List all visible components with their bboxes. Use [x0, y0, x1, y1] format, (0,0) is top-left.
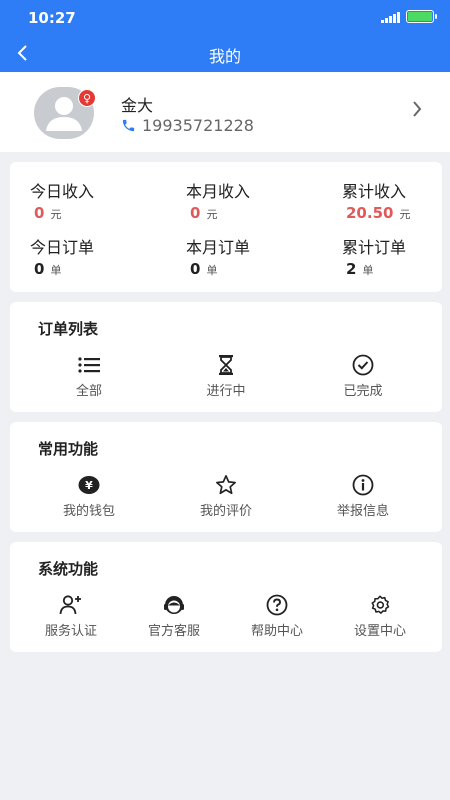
battery-icon	[406, 10, 437, 23]
report-info-button[interactable]: 举报信息	[313, 474, 413, 519]
stat-today-income: 今日收入 0元	[30, 178, 150, 222]
status-time: 10:27	[28, 9, 76, 27]
stat-label: 本月收入	[186, 182, 251, 201]
grid-label: 我的钱包	[62, 504, 115, 519]
chevron-right-icon[interactable]	[412, 100, 422, 118]
my-reviews-button[interactable]: 我的评价	[176, 474, 276, 519]
check-circle-icon	[352, 354, 374, 376]
stat-label: 今日订单	[30, 238, 95, 257]
stat-label: 今日收入	[30, 182, 95, 201]
stat-value: 0	[34, 204, 45, 222]
stat-unit: 元	[399, 208, 411, 221]
stat-total-orders: 累计订单 2单	[342, 234, 450, 278]
wallet-button[interactable]: ¥ 我的钱包	[39, 474, 139, 519]
profile-card[interactable]: ♀ 金大 19935721228	[0, 72, 450, 152]
order-completed-button[interactable]: 已完成	[313, 354, 413, 399]
stat-label: 累计收入	[342, 182, 407, 201]
stat-month-orders: 本月订单 0单	[186, 234, 306, 278]
stat-unit: 单	[50, 264, 62, 277]
stat-unit: 单	[206, 264, 218, 277]
phone-number: 19935721228	[142, 116, 254, 135]
section-title: 订单列表	[38, 320, 99, 338]
stat-value: 2	[346, 260, 357, 278]
stat-unit: 元	[50, 208, 62, 221]
stat-value: 20.50	[346, 204, 394, 222]
page-title: 我的	[208, 47, 241, 66]
stat-value: 0	[190, 260, 201, 278]
stat-label: 累计订单	[342, 238, 407, 257]
signal-icon	[381, 11, 400, 23]
grid-label: 我的评价	[199, 504, 252, 519]
gender-female-badge: ♀	[78, 89, 96, 107]
settings-center-button[interactable]: 设置中心	[330, 594, 430, 639]
orders-card: 订单列表 全部 进行中 已完成	[10, 302, 442, 412]
section-title: 系统功能	[38, 560, 99, 578]
user-add-icon	[59, 595, 81, 615]
order-all-button[interactable]: 全部	[39, 354, 139, 399]
avatar[interactable]: ♀	[34, 87, 96, 139]
help-center-button[interactable]: 帮助中心	[227, 594, 327, 639]
customer-service-icon	[164, 596, 184, 614]
list-icon	[78, 357, 100, 373]
grid-label: 帮助中心	[250, 624, 303, 639]
common-functions-card: 常用功能 ¥ 我的钱包 我的评价 举报信息	[10, 422, 442, 532]
grid-label: 官方客服	[147, 624, 200, 639]
grid-label: 服务认证	[44, 624, 97, 639]
profile-name: 金大	[121, 96, 154, 115]
stat-month-income: 本月收入 0元	[186, 178, 306, 222]
hourglass-icon	[219, 355, 233, 375]
profile-phone: 19935721228	[121, 116, 254, 135]
stat-today-orders: 今日订单 0单	[30, 234, 150, 278]
grid-label: 全部	[75, 384, 102, 399]
stat-value: 0	[34, 260, 45, 278]
stat-label: 本月订单	[186, 238, 251, 257]
grid-label: 进行中	[206, 384, 246, 399]
wallet-icon: ¥	[78, 476, 100, 494]
help-icon	[266, 594, 288, 616]
section-title: 常用功能	[38, 440, 99, 458]
service-certification-button[interactable]: 服务认证	[21, 594, 121, 639]
stat-total-income: 累计收入 20.50 元	[342, 178, 450, 222]
top-bar: 10:27 我的	[0, 0, 450, 72]
grid-label: 举报信息	[336, 504, 389, 519]
customer-service-button[interactable]: 官方客服	[124, 594, 224, 639]
settings-icon	[371, 595, 390, 614]
star-icon	[216, 475, 236, 495]
info-icon	[352, 474, 374, 496]
grid-label: 设置中心	[353, 624, 406, 639]
stats-card: 今日收入 0元 本月收入 0元 累计收入 20.50 元 今日订单 0单 本月订单…	[10, 162, 442, 292]
stat-unit: 单	[362, 264, 374, 277]
system-functions-card: 系统功能 服务认证 官方客服 帮助中心 设置中心	[10, 542, 442, 652]
status-icons	[381, 10, 437, 23]
order-in-progress-button[interactable]: 进行中	[176, 354, 276, 399]
svg-text:¥: ¥	[85, 479, 93, 492]
stat-unit: 元	[206, 208, 218, 221]
grid-label: 已完成	[343, 384, 383, 399]
stat-value: 0	[190, 204, 201, 222]
phone-icon	[122, 119, 135, 132]
